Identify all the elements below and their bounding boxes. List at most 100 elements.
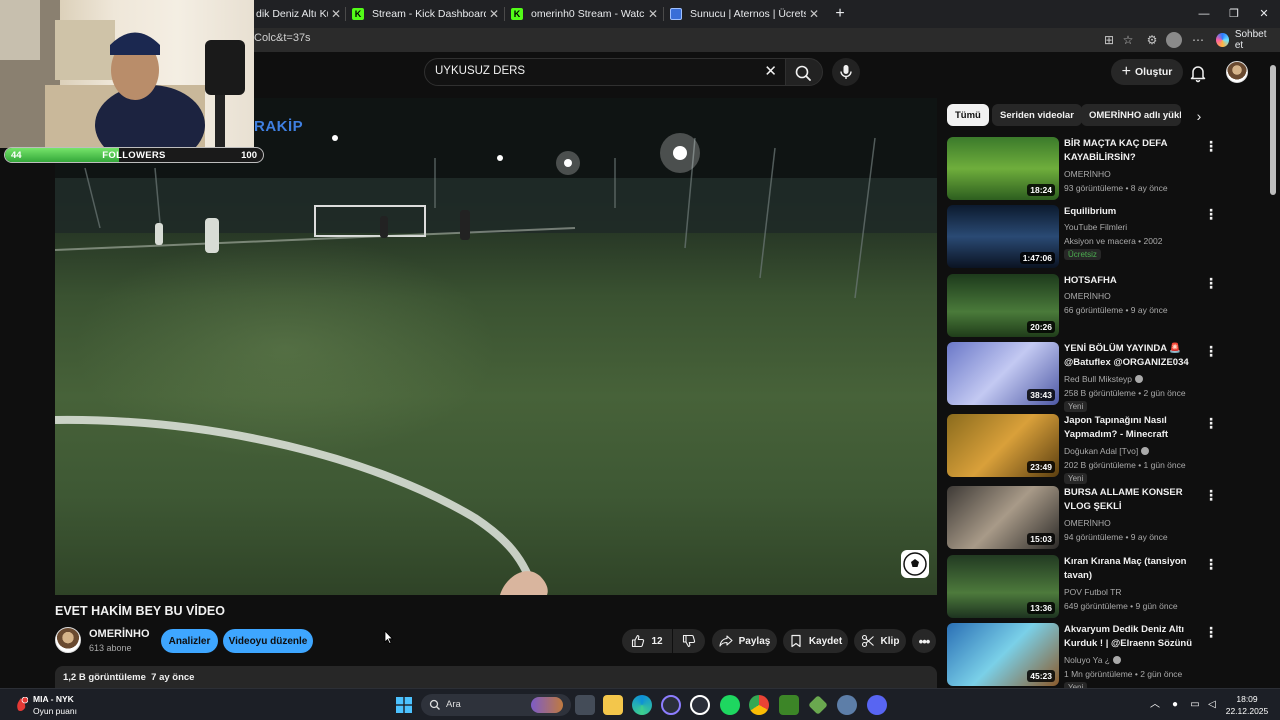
video-title[interactable]: Japon Tapınağını Nasıl Yapmadım? - Minec… [1064, 414, 1199, 441]
browser-tab-3[interactable]: K omerinh0 Stream - Watch Live on ✕ [511, 2, 661, 26]
video-thumbnail[interactable]: 13:36 [947, 555, 1059, 618]
more-vertical-icon[interactable]: ⋮ [1204, 207, 1218, 223]
search-button[interactable] [785, 58, 823, 86]
minecraft-launcher-icon[interactable] [808, 695, 828, 715]
browser-tab-4[interactable]: Sunucu | Aternos | Ücretsiz Minec ✕ [670, 2, 822, 26]
scrollbar-thumb[interactable] [1270, 65, 1276, 195]
account-avatar[interactable] [1226, 61, 1248, 83]
close-icon[interactable]: ✕ [645, 7, 661, 21]
video-thumbnail[interactable]: 1:47:06 [947, 205, 1059, 268]
video-thumbnail[interactable]: 45:23 [947, 623, 1059, 686]
restore-icon[interactable]: ❐ [1224, 4, 1244, 24]
more-vertical-icon[interactable]: ⋮ [1204, 488, 1218, 504]
browser-tab-1[interactable]: dik Deniz Altı Kurdu ✕ [256, 2, 344, 26]
browser-tab-2[interactable]: K Stream - Kick Dashboard ✕ [352, 2, 502, 26]
video-title[interactable]: Akvaryum Dedik Deniz Altı Kurduk ! | @El… [1064, 623, 1199, 650]
spotify-icon[interactable] [720, 695, 740, 715]
copilot-chat-button[interactable]: Sohbet et [1212, 29, 1280, 51]
save-button[interactable]: Kaydet [783, 629, 848, 653]
recommended-video[interactable]: 13:36 Kıran Kırana Maç (tansiyon tavan) PO… [947, 555, 1222, 621]
recommended-video[interactable]: 20:26 HOTSAFHA OMERİNHO 66 görüntüleme • 9 … [947, 274, 1222, 340]
video-thumbnail[interactable]: 15:03 [947, 486, 1059, 549]
scrollbar[interactable] [1270, 55, 1276, 685]
close-icon[interactable]: ✕ [486, 7, 502, 21]
chevron-up-icon[interactable]: ︿ [1148, 698, 1162, 712]
video-player[interactable] [55, 98, 937, 595]
channel-name[interactable]: OMERİNHO [1064, 291, 1111, 301]
clock-date[interactable]: 22.12.2025 [1222, 706, 1272, 716]
voice-search-button[interactable] [832, 58, 860, 86]
analytics-button[interactable]: Analizler [161, 629, 218, 653]
channel-name[interactable]: OMERİNHO [89, 628, 150, 640]
widget-title[interactable]: MIA - NYK [33, 694, 74, 704]
description-box[interactable]: 1,2 B görüntüleme 7 ay önce [55, 666, 937, 688]
chrome-icon[interactable] [749, 695, 769, 715]
video-title[interactable]: HOTSAFHA [1064, 274, 1199, 288]
video-title[interactable]: Equilibrium [1064, 205, 1199, 219]
sports-score-icon[interactable] [14, 697, 28, 713]
app-available-icon[interactable]: ⊞ [1101, 32, 1117, 48]
minimize-icon[interactable]: — [1194, 4, 1214, 24]
channel-name[interactable]: Noluyo Ya ¿ [1064, 655, 1121, 665]
file-explorer-icon[interactable] [603, 695, 623, 715]
close-icon[interactable]: ✕ [328, 7, 344, 21]
like-button[interactable]: 12 [622, 629, 672, 653]
clear-search-icon[interactable]: ✕ [764, 62, 777, 80]
more-vertical-icon[interactable]: ⋮ [1204, 416, 1218, 432]
profile-avatar-icon[interactable] [1166, 32, 1182, 48]
address-bar-url[interactable]: Colc&t=37s [254, 32, 311, 44]
chevron-right-icon[interactable]: › [1190, 107, 1208, 125]
chip-channel-uploads[interactable]: OMERİNHO adlı yükle [1081, 104, 1181, 126]
video-thumbnail[interactable]: 23:49 [947, 414, 1059, 477]
video-title[interactable]: BURSA ALLAME KONSER VLOG ŞEKLİ [1064, 486, 1199, 513]
recommended-video[interactable]: 1:47:06 Equilibrium YouTube Filmleri Aksiyo… [947, 205, 1222, 271]
obs-studio-icon[interactable] [690, 695, 710, 715]
share-button[interactable]: Paylaş [712, 629, 777, 653]
edge-browser-icon[interactable] [632, 695, 652, 715]
chip-series[interactable]: Seriden videolar [992, 104, 1082, 126]
more-vertical-icon[interactable]: ⋮ [1204, 557, 1218, 573]
video-title[interactable]: BİR MAÇTA KAÇ DEFA KAYABİLİRSİN? [1064, 137, 1199, 164]
recommended-video[interactable]: 38:43 YENİ BÖLÜM YAYINDA 🚨 @Batuflex @ORG… [947, 342, 1222, 412]
channel-avatar[interactable] [55, 627, 81, 653]
more-vertical-icon[interactable]: ⋮ [1204, 625, 1218, 641]
close-icon[interactable]: ✕ [806, 7, 822, 21]
search-input[interactable]: UYKUSUZ DERS ✕ [424, 58, 786, 86]
more-vertical-icon[interactable]: ⋮ [1204, 276, 1218, 292]
video-thumbnail[interactable]: 38:43 [947, 342, 1059, 405]
windows-start-icon[interactable] [396, 697, 412, 713]
chip-all[interactable]: Tümü [947, 104, 989, 126]
video-title[interactable]: Kıran Kırana Maç (tansiyon tavan) [1064, 555, 1199, 582]
notifications-bell-icon[interactable] [1186, 61, 1210, 85]
taskbar-search-input[interactable]: Ara [421, 694, 571, 716]
more-vertical-icon[interactable]: ⋮ [1204, 344, 1218, 360]
channel-name[interactable]: Red Bull Miksteyp [1064, 374, 1144, 384]
app-icon[interactable] [837, 695, 857, 715]
microphone-icon[interactable]: ● [1168, 698, 1182, 712]
recommended-video[interactable]: 23:49 Japon Tapınağını Nasıl Yapmadım? - … [947, 414, 1222, 484]
dislike-button[interactable] [673, 629, 705, 653]
recommended-video[interactable]: 15:03 BURSA ALLAME KONSER VLOG ŞEKLİ OMERİ… [947, 486, 1222, 552]
app-icon[interactable] [661, 695, 681, 715]
video-title[interactable]: YENİ BÖLÜM YAYINDA 🚨 @Batuflex @ORGANIZE… [1064, 342, 1199, 369]
clip-button[interactable]: Klip [854, 629, 906, 653]
more-menu-icon[interactable]: ⋯ [1190, 32, 1206, 48]
close-window-icon[interactable]: ✕ [1254, 4, 1274, 24]
task-view-icon[interactable] [575, 695, 595, 715]
discord-icon[interactable] [867, 695, 887, 715]
edit-video-button[interactable]: Videoyu düzenle [223, 629, 313, 653]
volume-icon[interactable]: ◁ [1205, 698, 1219, 712]
new-tab-button[interactable]: + [830, 4, 850, 24]
more-actions-button[interactable]: ••• [912, 629, 936, 653]
clock-time[interactable]: 18:09 [1222, 694, 1272, 704]
channel-name[interactable]: OMERİNHO [1064, 518, 1111, 528]
channel-name[interactable]: YouTube Filmleri [1064, 222, 1127, 232]
more-vertical-icon[interactable]: ⋮ [1204, 139, 1218, 155]
create-button[interactable]: + Oluştur [1111, 59, 1183, 85]
recommended-video[interactable]: 45:23 Akvaryum Dedik Deniz Altı Kurduk ! … [947, 623, 1222, 693]
video-thumbnail[interactable]: 20:26 [947, 274, 1059, 337]
channel-name[interactable]: POV Futbol TR [1064, 587, 1121, 597]
channel-name[interactable]: OMERİNHO [1064, 169, 1111, 179]
favorite-star-icon[interactable]: ☆ [1120, 32, 1136, 48]
recommended-video[interactable]: 18:24 BİR MAÇTA KAÇ DEFA KAYABİLİRSİN? OME… [947, 137, 1222, 203]
